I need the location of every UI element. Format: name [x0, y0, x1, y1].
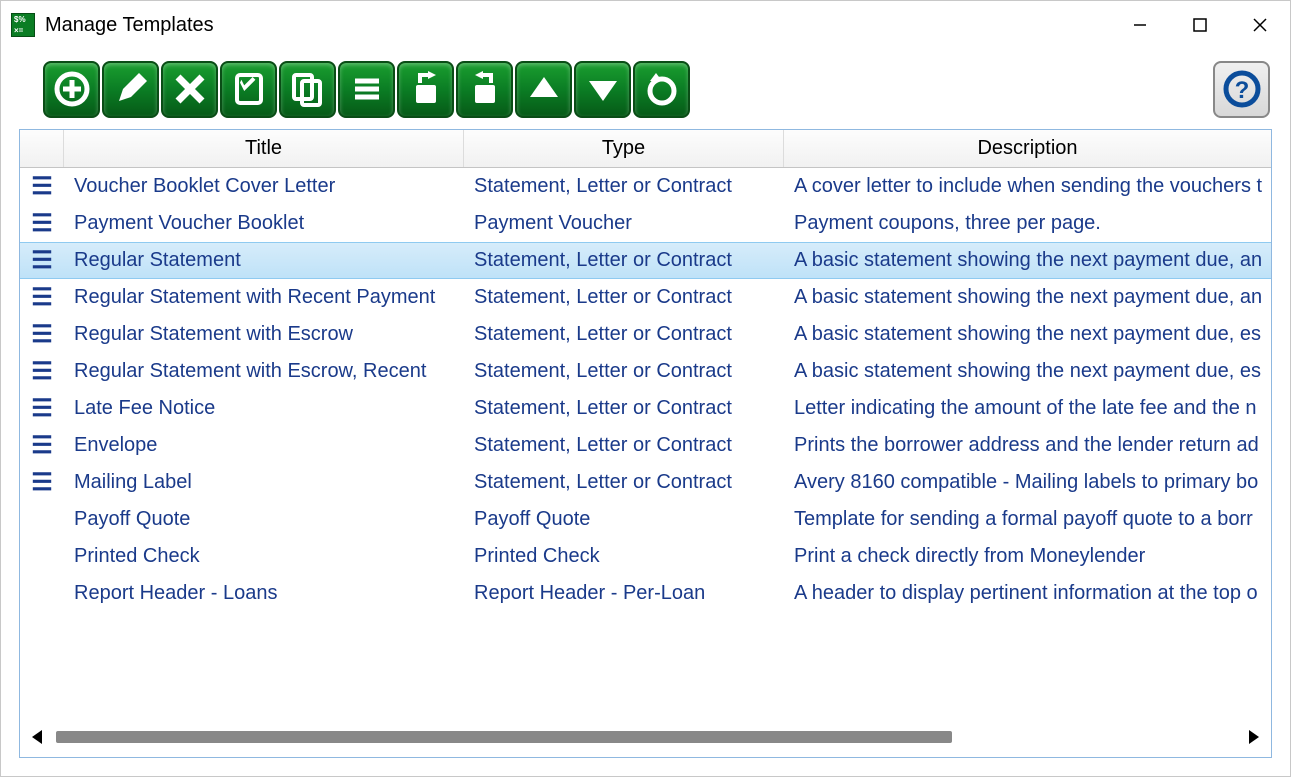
drag-handle-icon[interactable]: ☰	[20, 394, 64, 423]
maximize-button[interactable]	[1170, 1, 1230, 49]
row-type: Statement, Letter or Contract	[464, 397, 784, 420]
reset-button[interactable]	[633, 61, 690, 118]
row-type: Report Header - Per-Loan	[464, 582, 784, 605]
table-row[interactable]: Printed CheckPrinted CheckPrint a check …	[20, 538, 1271, 575]
table-row[interactable]: ☰Voucher Booklet Cover LetterStatement, …	[20, 168, 1271, 205]
row-type: Statement, Letter or Contract	[464, 323, 784, 346]
row-title: Report Header - Loans	[64, 582, 464, 605]
drag-handle-icon[interactable]: ☰	[20, 283, 64, 312]
table-row[interactable]: ☰Payment Voucher BookletPayment VoucherP…	[20, 205, 1271, 242]
row-title: Voucher Booklet Cover Letter	[64, 175, 464, 198]
table-row[interactable]: ☰Mailing LabelStatement, Letter or Contr…	[20, 464, 1271, 501]
help-button[interactable]: ?	[1213, 61, 1270, 118]
drag-handle-icon[interactable]: ☰	[20, 431, 64, 460]
duplicate-button[interactable]	[220, 61, 277, 118]
row-type: Statement, Letter or Contract	[464, 286, 784, 309]
row-description: A basic statement showing the next payme…	[784, 323, 1271, 346]
row-title: Payment Voucher Booklet	[64, 212, 464, 235]
row-type: Statement, Letter or Contract	[464, 434, 784, 457]
row-description: Print a check directly from Moneylender	[784, 545, 1271, 568]
table-row[interactable]: ☰Regular Statement with EscrowStatement,…	[20, 316, 1271, 353]
row-description: Letter indicating the amount of the late…	[784, 397, 1271, 420]
delete-button[interactable]	[161, 61, 218, 118]
templates-grid: Title Type Description ☰Voucher Booklet …	[19, 129, 1272, 758]
title-bar: Manage Templates	[1, 1, 1290, 49]
row-description: A basic statement showing the next payme…	[784, 286, 1271, 309]
row-title: Regular Statement	[64, 249, 464, 272]
row-type: Statement, Letter or Contract	[464, 471, 784, 494]
row-title: Regular Statement with Escrow, Recent	[64, 360, 464, 383]
header-description[interactable]: Description	[784, 130, 1271, 167]
row-description: Template for sending a formal payoff quo…	[784, 508, 1271, 531]
drag-handle-icon[interactable]: ☰	[20, 357, 64, 386]
row-type: Payoff Quote	[464, 508, 784, 531]
row-description: Avery 8160 compatible - Mailing labels t…	[784, 471, 1271, 494]
grid-body: ☰Voucher Booklet Cover LetterStatement, …	[20, 168, 1271, 717]
table-row[interactable]: Payoff QuotePayoff QuoteTemplate for sen…	[20, 501, 1271, 538]
drag-handle-icon[interactable]: ☰	[20, 209, 64, 238]
table-row[interactable]: ☰Late Fee NoticeStatement, Letter or Con…	[20, 390, 1271, 427]
row-type: Payment Voucher	[464, 212, 784, 235]
row-description: Prints the borrower address and the lend…	[784, 434, 1271, 457]
drag-handle-icon[interactable]: ☰	[20, 246, 64, 275]
window-title: Manage Templates	[45, 14, 214, 37]
row-description: A basic statement showing the next payme…	[784, 360, 1271, 383]
scroll-left-arrow[interactable]	[22, 722, 52, 752]
toolbar: ?	[1, 49, 1290, 129]
scroll-right-arrow[interactable]	[1239, 722, 1269, 752]
window-controls	[1110, 1, 1290, 49]
table-row[interactable]: Report Header - LoansReport Header - Per…	[20, 575, 1271, 612]
horizontal-scrollbar[interactable]	[20, 717, 1271, 757]
move-up-button[interactable]	[515, 61, 572, 118]
close-button[interactable]	[1230, 1, 1290, 49]
drag-handle-icon[interactable]: ☰	[20, 468, 64, 497]
row-type: Statement, Letter or Contract	[464, 249, 784, 272]
drag-handle-icon[interactable]: ☰	[20, 172, 64, 201]
table-row[interactable]: ☰Regular Statement with Escrow, RecentSt…	[20, 353, 1271, 390]
table-row[interactable]: ☰Regular StatementStatement, Letter or C…	[20, 242, 1271, 279]
table-row[interactable]: ☰Regular Statement with Recent PaymentSt…	[20, 279, 1271, 316]
table-row[interactable]: ☰EnvelopeStatement, Letter or ContractPr…	[20, 427, 1271, 464]
import-button[interactable]	[397, 61, 454, 118]
row-description: A cover letter to include when sending t…	[784, 175, 1271, 198]
row-description: A basic statement showing the next payme…	[784, 249, 1271, 272]
row-description: Payment coupons, three per page.	[784, 212, 1271, 235]
edit-button[interactable]	[102, 61, 159, 118]
row-title: Payoff Quote	[64, 508, 464, 531]
app-icon	[11, 13, 35, 37]
scroll-track[interactable]	[56, 731, 1235, 743]
drag-handle-icon[interactable]: ☰	[20, 320, 64, 349]
row-title: Late Fee Notice	[64, 397, 464, 420]
row-type: Statement, Letter or Contract	[464, 175, 784, 198]
row-title: Regular Statement with Recent Payment	[64, 286, 464, 309]
row-description: A header to display pertinent informatio…	[784, 582, 1271, 605]
minimize-button[interactable]	[1110, 1, 1170, 49]
header-handle[interactable]	[20, 130, 64, 167]
row-type: Printed Check	[464, 545, 784, 568]
header-type[interactable]: Type	[464, 130, 784, 167]
list-button[interactable]	[338, 61, 395, 118]
row-type: Statement, Letter or Contract	[464, 360, 784, 383]
export-button[interactable]	[456, 61, 513, 118]
row-title: Regular Statement with Escrow	[64, 323, 464, 346]
row-title: Envelope	[64, 434, 464, 457]
add-button[interactable]	[43, 61, 100, 118]
copy-button[interactable]	[279, 61, 336, 118]
scroll-thumb[interactable]	[56, 731, 952, 743]
row-title: Mailing Label	[64, 471, 464, 494]
row-title: Printed Check	[64, 545, 464, 568]
svg-text:?: ?	[1234, 77, 1249, 104]
move-down-button[interactable]	[574, 61, 631, 118]
header-title[interactable]: Title	[64, 130, 464, 167]
grid-header: Title Type Description	[20, 130, 1271, 168]
